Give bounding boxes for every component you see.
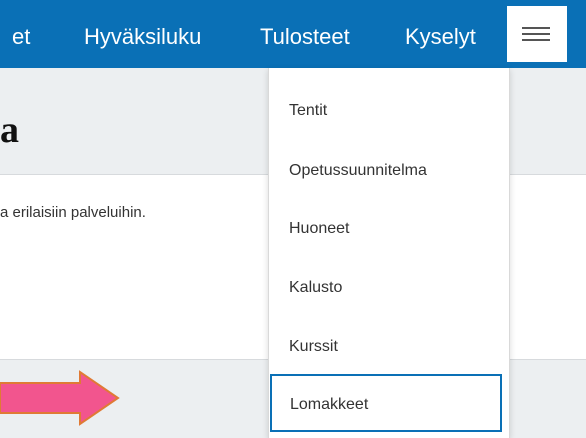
- top-navigation-bar: et Hyväksiluku Tulosteet Kyselyt: [0, 0, 586, 68]
- dropdown-item-tentit[interactable]: Tentit: [289, 102, 327, 120]
- dropdown-item-lomakkeet-label: Lomakkeet: [290, 396, 369, 413]
- page-title-fragment: a: [0, 109, 19, 151]
- dropdown-item-kurssit[interactable]: Kurssit: [289, 338, 338, 356]
- nav-item-kyselyt[interactable]: Kyselyt: [405, 0, 476, 68]
- dropdown-item-huoneet[interactable]: Huoneet: [289, 220, 350, 238]
- nav-item-tulosteet[interactable]: Tulosteet: [260, 0, 350, 68]
- dropdown-item-lomakkeet[interactable]: Lomakkeet: [270, 374, 502, 432]
- nav-item-et[interactable]: et: [12, 0, 30, 68]
- dropdown-item-opetussuunnitelma[interactable]: Opetussuunnitelma: [289, 162, 427, 180]
- menu-button[interactable]: [507, 6, 567, 62]
- intro-text: a erilaisiin palveluihin.: [0, 204, 146, 221]
- right-arrow-icon: [0, 370, 120, 426]
- dropdown-item-kalusto[interactable]: Kalusto: [289, 279, 342, 297]
- nav-item-hyvaksiluku[interactable]: Hyväksiluku: [84, 0, 201, 68]
